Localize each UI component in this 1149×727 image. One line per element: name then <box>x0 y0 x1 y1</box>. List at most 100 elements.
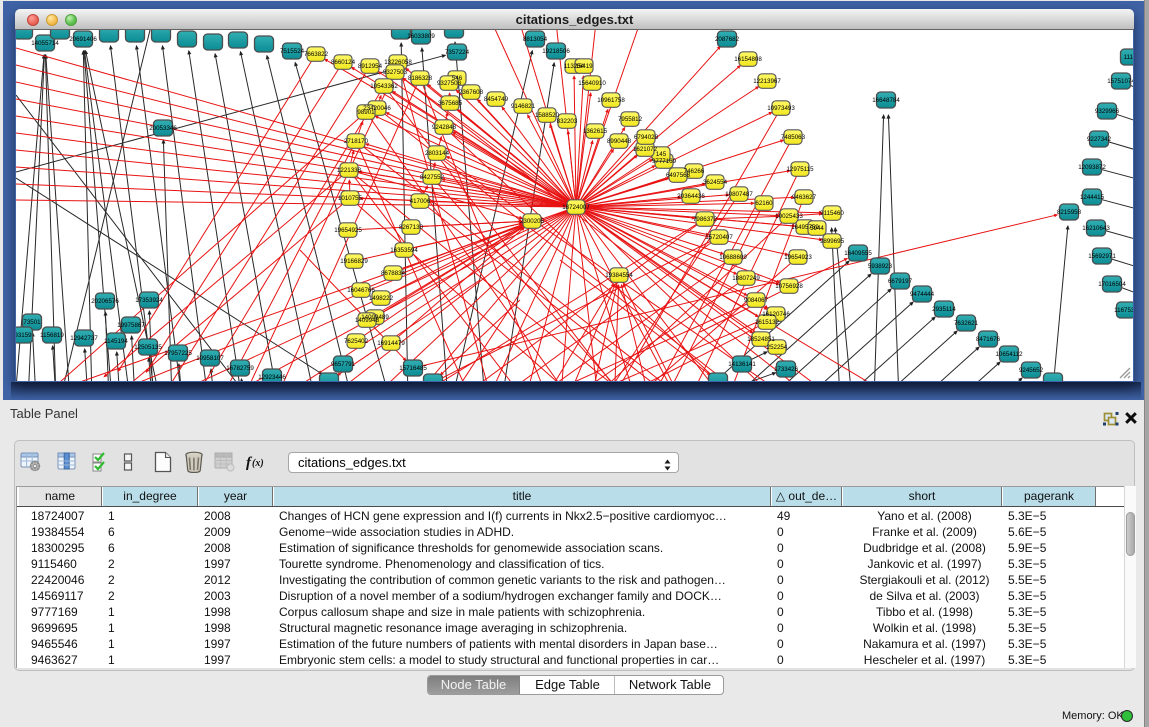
svg-text:15720407: 15720407 <box>705 234 733 241</box>
svg-text:16353594: 16353594 <box>390 247 418 254</box>
svg-text:18807249: 18807249 <box>732 275 760 282</box>
svg-text:9242848: 9242848 <box>432 124 457 131</box>
svg-text:1010755: 1010755 <box>338 195 363 202</box>
svg-text:(x): (x) <box>252 458 264 469</box>
svg-text:1244415: 1244415 <box>1080 194 1105 201</box>
svg-text:20053346: 20053346 <box>149 125 177 132</box>
svg-text:15692971: 15692971 <box>1088 253 1116 260</box>
svg-text:10654112: 10654112 <box>995 351 1023 358</box>
svg-text:18724007: 18724007 <box>562 204 590 211</box>
svg-text:73501: 73501 <box>23 319 41 326</box>
svg-text:8678834: 8678834 <box>381 270 406 277</box>
svg-text:252254: 252254 <box>767 344 788 351</box>
svg-text:2935114: 2935114 <box>932 306 956 313</box>
svg-text:2367608: 2367608 <box>459 89 484 96</box>
svg-text:10543362: 10543362 <box>370 83 398 90</box>
svg-text:9227342: 9227342 <box>1087 136 1112 143</box>
svg-text:8427552: 8427552 <box>420 174 445 181</box>
svg-text:2300205: 2300205 <box>520 218 545 225</box>
svg-text:62160: 62160 <box>755 200 773 207</box>
svg-text:12213967: 12213967 <box>753 78 781 85</box>
svg-text:12505135: 12505135 <box>134 344 162 351</box>
svg-text:8471676: 8471676 <box>976 336 1001 343</box>
svg-text:8813054: 8813054 <box>523 36 548 43</box>
svg-text:7663822: 7663822 <box>304 51 329 58</box>
svg-text:1156819: 1156819 <box>40 332 64 339</box>
svg-text:98901: 98901 <box>357 109 375 116</box>
svg-text:10756928: 10756928 <box>775 283 803 290</box>
svg-text:8912954: 8912954 <box>358 63 383 70</box>
svg-text:7625402: 7625402 <box>344 338 369 345</box>
svg-text:8990448: 8990448 <box>607 138 632 145</box>
svg-text:1145194: 1145194 <box>104 338 128 345</box>
svg-text:20206576: 20206576 <box>91 298 119 305</box>
svg-text:9474444: 9474444 <box>910 291 935 298</box>
svg-text:19384554: 19384554 <box>605 272 633 279</box>
svg-text:2087682: 2087682 <box>715 36 740 43</box>
svg-text:20364436: 20364436 <box>677 193 705 200</box>
svg-text:2803144: 2803144 <box>425 150 450 157</box>
svg-text:16210643: 16210643 <box>1082 225 1110 232</box>
svg-text:10958107: 10958107 <box>196 355 224 362</box>
svg-text:17957225: 17957225 <box>164 350 192 357</box>
svg-text:6497568: 6497568 <box>666 172 691 179</box>
svg-text:16782759: 16782759 <box>226 365 254 372</box>
svg-text:18524851: 18524851 <box>747 336 775 343</box>
svg-text:1498222: 1498222 <box>369 295 394 302</box>
svg-text:12942737: 12942737 <box>70 335 98 342</box>
svg-text:20691406: 20691406 <box>69 36 97 43</box>
svg-text:93159: 93159 <box>16 332 32 339</box>
svg-text:9657791: 9657791 <box>331 361 356 368</box>
svg-text:16419: 16419 <box>575 63 593 70</box>
svg-text:16914479: 16914479 <box>377 340 405 347</box>
svg-text:19218506: 19218506 <box>542 48 570 55</box>
svg-text:1362615: 1362615 <box>583 128 608 135</box>
svg-text:2718170: 2718170 <box>344 138 369 145</box>
svg-text:12093872: 12093872 <box>1078 164 1106 171</box>
svg-text:19654925: 19654925 <box>334 227 362 234</box>
svg-text:1221338: 1221338 <box>337 167 362 174</box>
svg-text:14136141: 14136141 <box>728 361 756 368</box>
svg-text:8186328: 8186328 <box>408 75 433 82</box>
svg-text:8267130: 8267130 <box>399 224 424 231</box>
svg-text:12975115: 12975115 <box>786 166 814 173</box>
svg-text:7955812: 7955812 <box>618 116 643 123</box>
svg-text:9245652: 9245652 <box>1019 367 1044 374</box>
svg-text:16033809: 16033809 <box>407 33 435 40</box>
svg-text:7485063: 7485063 <box>781 134 806 141</box>
svg-text:5944: 5944 <box>810 225 824 232</box>
svg-text:19975867: 19975867 <box>117 322 145 329</box>
svg-text:9146821: 9146821 <box>511 103 536 110</box>
svg-text:10807487: 10807487 <box>725 191 753 198</box>
svg-text:9327508: 9327508 <box>437 80 462 87</box>
svg-text:6679197: 6679197 <box>888 278 913 285</box>
svg-text:7986372: 7986372 <box>693 216 718 223</box>
svg-text:10688609: 10688609 <box>719 254 747 261</box>
svg-text:16120746: 16120746 <box>762 311 790 318</box>
svg-text:5938923: 5938923 <box>868 263 893 270</box>
svg-text:8454749: 8454749 <box>484 96 509 103</box>
svg-text:16046766: 16046766 <box>347 287 375 294</box>
svg-text:7357224: 7357224 <box>445 49 470 56</box>
svg-text:17016504: 17016504 <box>1098 281 1126 288</box>
svg-text:7632621: 7632621 <box>954 320 979 327</box>
svg-text:9327503: 9327503 <box>383 69 408 76</box>
svg-text:19166829: 19166829 <box>340 258 368 265</box>
svg-text:9115460: 9115460 <box>820 210 844 217</box>
svg-text:15751074: 15751074 <box>1107 78 1133 85</box>
svg-text:17353924: 17353924 <box>135 297 163 304</box>
svg-text:10961758: 10961758 <box>597 97 625 104</box>
svg-text:1621072: 1621072 <box>633 146 658 153</box>
svg-text:9899695: 9899695 <box>820 238 845 245</box>
svg-text:10973493: 10973493 <box>767 105 795 112</box>
svg-text:832203: 832203 <box>557 118 578 125</box>
svg-text:1167533: 1167533 <box>1114 307 1133 314</box>
svg-text:1733426: 1733426 <box>774 366 799 373</box>
svg-text:16648784: 16648784 <box>872 97 900 104</box>
svg-text:1409948: 1409948 <box>355 317 380 324</box>
svg-text:13226058: 13226058 <box>384 59 412 66</box>
svg-text:6794028: 6794028 <box>634 134 659 141</box>
svg-text:8215958: 8215958 <box>1057 209 1082 216</box>
svg-text:12923446: 12923446 <box>258 374 286 381</box>
svg-text:9463627: 9463627 <box>792 194 817 201</box>
